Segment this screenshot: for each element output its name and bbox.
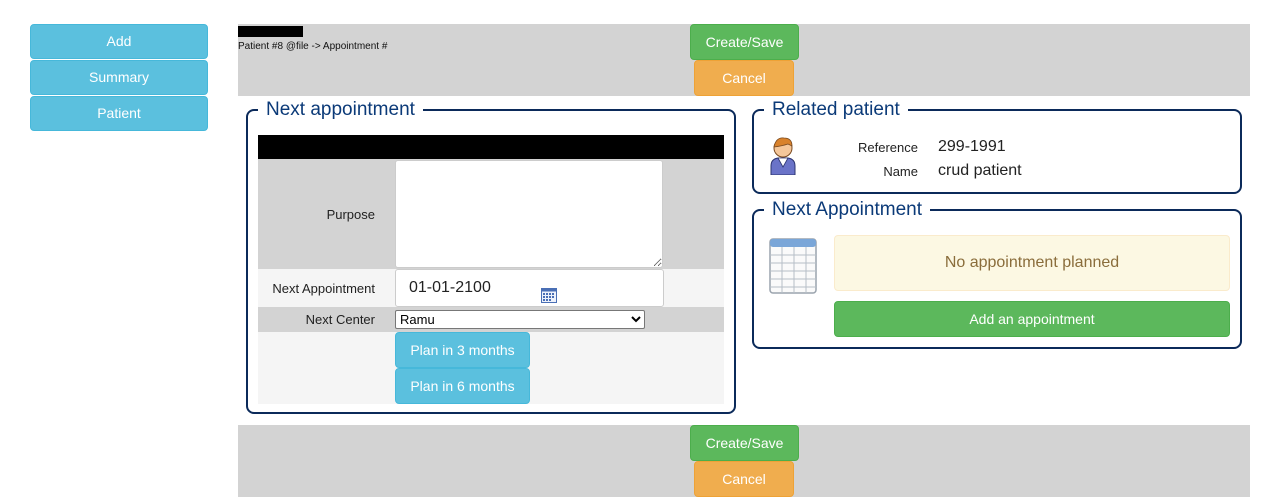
related-patient-legend: Related patient <box>764 99 908 121</box>
breadcrumb: Patient #8 @file -> Appointment # <box>238 41 388 52</box>
related-patient-fieldset: Related patient Reference 299-1991 Name … <box>752 99 1242 194</box>
name-value: crud patient <box>938 162 1022 179</box>
reference-value: 299-1991 <box>938 138 1006 155</box>
next-center-label: Next Center <box>305 312 375 327</box>
plan-buttons-row: Plan in 3 months Plan in 6 months <box>258 332 724 404</box>
cancel-button[interactable]: Cancel <box>694 60 794 96</box>
next-appointment-fieldset: Next appointment Purpose Next Appointmen… <box>246 99 736 414</box>
reference-label: Reference <box>858 140 918 155</box>
next-appointment-date-value: 01-01-2100 <box>409 279 491 296</box>
spreadsheet-calendar-icon <box>768 237 818 300</box>
create-save-button[interactable]: Create/Save <box>690 24 799 60</box>
purpose-textarea[interactable] <box>395 160 663 268</box>
bottom-create-save-button[interactable]: Create/Save <box>690 425 799 461</box>
next-appointment-panel: Next Appointment No appointment planned … <box>752 199 1242 349</box>
next-appointment-legend: Next appointment <box>258 99 423 121</box>
name-label: Name <box>883 164 918 179</box>
no-appointment-notice: No appointment planned <box>834 235 1230 291</box>
purpose-row: Purpose <box>258 159 724 269</box>
summary-button[interactable]: Summary <box>30 60 208 95</box>
bottom-cancel-button[interactable]: Cancel <box>694 461 794 497</box>
bottom-action-bar: Create/Save Cancel <box>238 425 1250 497</box>
next-center-select[interactable]: Ramu <box>395 310 645 329</box>
plan-6-months-button[interactable]: Plan in 6 months <box>395 368 530 404</box>
next-center-row: Next Center Ramu <box>258 307 724 332</box>
next-appointment-row: Next Appointment 01-01-2100 <box>258 269 724 307</box>
next-appointment-label: Next Appointment <box>272 280 375 296</box>
top-action-bar: Patient #8 @file -> Appointment # Create… <box>238 24 1250 96</box>
add-appointment-button[interactable]: Add an appointment <box>834 301 1230 337</box>
add-button[interactable]: Add <box>30 24 208 59</box>
patient-button[interactable]: Patient <box>30 96 208 131</box>
plan-3-months-button[interactable]: Plan in 3 months <box>395 332 530 368</box>
next-appointment-date-input[interactable]: 01-01-2100 <box>395 269 664 307</box>
purpose-label: Purpose <box>326 206 375 222</box>
form-header-bar <box>258 135 724 159</box>
redacted-title <box>238 26 303 37</box>
next-appointment-panel-legend: Next Appointment <box>764 199 930 221</box>
